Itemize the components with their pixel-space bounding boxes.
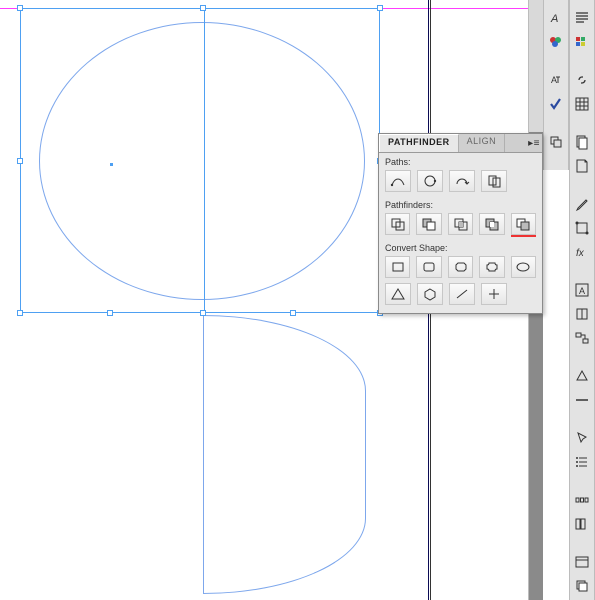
pathfinders-section-label: Pathfinders: — [379, 196, 542, 212]
reverse-path-button[interactable] — [449, 170, 475, 192]
book-icon[interactable] — [570, 302, 594, 326]
selection-handle[interactable] — [107, 310, 113, 316]
convert-rectangle-button[interactable] — [385, 256, 410, 278]
convert-polygon-button[interactable] — [417, 283, 443, 305]
page-curl-icon[interactable] — [570, 154, 594, 178]
transform-icon[interactable] — [570, 216, 594, 240]
columns-icon[interactable] — [570, 512, 594, 536]
convert-triangle-button[interactable] — [385, 283, 411, 305]
selection-center — [110, 163, 113, 166]
convert-line-button[interactable] — [449, 283, 475, 305]
stack-icon[interactable] — [570, 574, 594, 598]
paths-row — [379, 169, 542, 196]
half-circle-shape[interactable] — [203, 315, 366, 594]
convert-row-2 — [379, 282, 542, 313]
join-path-button[interactable] — [481, 170, 507, 192]
paragraph-lines-icon[interactable] — [570, 6, 594, 30]
selection-handle[interactable] — [377, 5, 383, 11]
pathfinders-row — [379, 212, 542, 239]
selection-handle[interactable] — [290, 310, 296, 316]
character-icon[interactable]: A — [544, 6, 568, 30]
selection-handle[interactable] — [17, 5, 23, 11]
selection-bounding-box[interactable] — [20, 8, 380, 313]
eyedropper-icon[interactable] — [570, 192, 594, 216]
svg-text:A: A — [579, 286, 585, 296]
distribute-icon[interactable] — [570, 488, 594, 512]
dock-column-left: A A — [543, 0, 569, 170]
panel-tabs: PATHFINDER ALIGN ▸≡ — [379, 134, 542, 153]
swatches-icon[interactable] — [570, 30, 594, 54]
convert-ellipse-button[interactable] — [511, 256, 536, 278]
paths-section-label: Paths: — [379, 153, 542, 169]
selection-handle[interactable] — [17, 310, 23, 316]
pathfinder-subtract-button[interactable] — [416, 213, 441, 235]
convert-rounded-button[interactable] — [416, 256, 441, 278]
selection-handle[interactable] — [17, 158, 23, 164]
links-icon[interactable] — [570, 68, 594, 92]
flow-icon[interactable] — [570, 326, 594, 350]
selection-handle[interactable] — [200, 5, 206, 11]
selection-divider — [204, 9, 205, 312]
separator-icon[interactable] — [570, 388, 594, 412]
pathfinder-exclude-button[interactable] — [479, 213, 504, 235]
convert-inverse-round-button[interactable] — [479, 256, 504, 278]
convert-orthogonal-line-button[interactable] — [481, 283, 507, 305]
tab-pathfinder[interactable]: PATHFINDER — [379, 134, 459, 152]
open-path-button[interactable] — [385, 170, 411, 192]
grid-icon[interactable] — [570, 92, 594, 116]
fx-icon[interactable]: fx — [570, 240, 594, 264]
panel-icon[interactable] — [570, 550, 594, 574]
pathfinder-add-button[interactable] — [385, 213, 410, 235]
pathfinder-panel[interactable]: PATHFINDER ALIGN ▸≡ Paths: Pathfinders: … — [378, 133, 543, 314]
selector-icon[interactable] — [570, 426, 594, 450]
swatch-palette-icon[interactable] — [544, 30, 568, 54]
pathfinder-minus-back-button[interactable] — [511, 213, 536, 235]
pathfinder-intersect-button[interactable] — [448, 213, 473, 235]
text-frame-icon[interactable]: A — [544, 68, 568, 92]
panel-menu-icon[interactable]: ▸≡ — [526, 134, 542, 152]
convert-bevel-button[interactable] — [448, 256, 473, 278]
close-path-button[interactable] — [417, 170, 443, 192]
checkmark-icon[interactable] — [544, 92, 568, 116]
convert-section-label: Convert Shape: — [379, 239, 542, 255]
svg-text:fx: fx — [576, 248, 585, 259]
dock-column-right: fx A — [569, 0, 595, 600]
tab-align[interactable]: ALIGN — [459, 134, 506, 152]
list-icon[interactable] — [570, 450, 594, 474]
svg-text:A: A — [550, 13, 558, 25]
type-outline-icon[interactable]: A — [570, 278, 594, 302]
selection-handle[interactable] — [200, 310, 206, 316]
pathfinder-panel-icon[interactable] — [544, 130, 568, 154]
document-canvas[interactable]: fx A A A PATHFINDER ALIGN ▸≡ Paths: — [0, 0, 595, 600]
convert-row-1 — [379, 255, 542, 282]
triangle-icon[interactable] — [570, 364, 594, 388]
page-icon[interactable] — [570, 130, 594, 154]
